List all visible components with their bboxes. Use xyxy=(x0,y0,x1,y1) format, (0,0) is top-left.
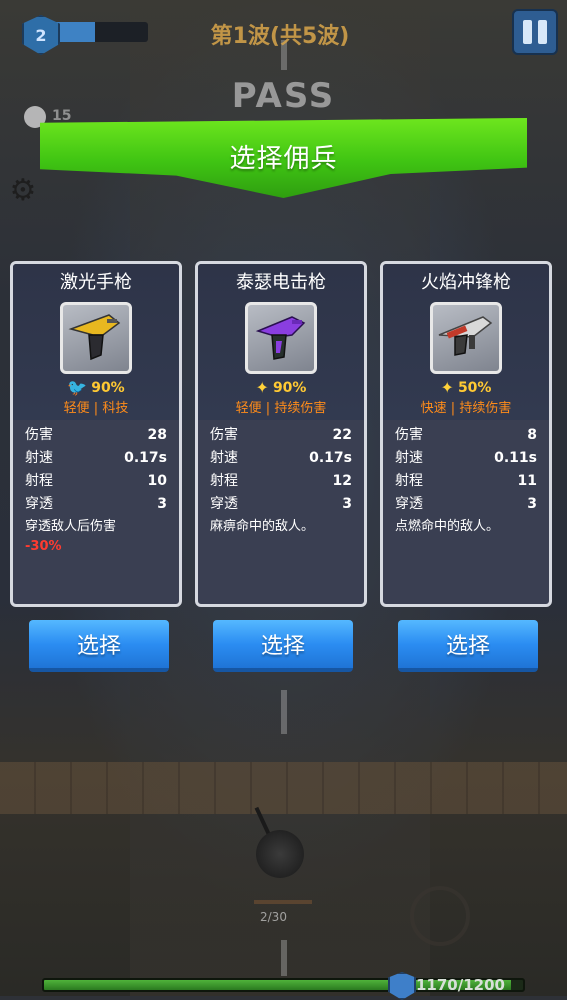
weapon-image xyxy=(245,302,317,374)
blue-bird-icon: 🐦 xyxy=(67,378,88,397)
hit-rate: 🐦 90% xyxy=(13,378,179,397)
pause-button[interactable] xyxy=(512,9,558,55)
xp-bar xyxy=(52,22,148,42)
weapon-card: 激光手枪 🐦 90% 轻便 | 科技 伤害 28 射速 0.17s 射程 10 xyxy=(10,261,182,607)
stat-row: 射程 12 xyxy=(210,470,352,493)
stat-row: 穿透 3 xyxy=(395,493,537,516)
stat-value: 3 xyxy=(157,496,167,512)
weapon-image xyxy=(430,302,502,374)
weapon-description: 穿透敌人后伤害 xyxy=(25,519,117,534)
spark-icon: ✦ xyxy=(255,378,269,397)
weapon-description: 点燃命中的敌人。 xyxy=(395,519,500,534)
stat-label: 穿透 xyxy=(210,496,238,512)
stat-value: 22 xyxy=(332,427,352,443)
stat-label: 射速 xyxy=(25,450,53,466)
stat-label: 伤害 xyxy=(395,427,423,443)
stat-value: 10 xyxy=(147,473,167,489)
ammo-bar xyxy=(254,900,312,904)
weapon-card: 火焰冲锋枪 ✦ 50% 快速 | 持续伤害 伤害 8 射速 0.11s 射程 1… xyxy=(380,261,552,607)
weapon-tags: 轻便 | 科技 xyxy=(63,401,129,416)
pause-icon xyxy=(523,20,532,44)
stat-value: 0.17s xyxy=(124,450,167,466)
stat-row: 伤害 28 xyxy=(25,424,167,447)
stat-row: 穿透 3 xyxy=(210,493,352,516)
hit-rate-value: 90% xyxy=(272,380,307,396)
stat-value: 3 xyxy=(527,496,537,512)
stat-value: 3 xyxy=(342,496,352,512)
weapon-tags: 快速 | 持续伤害 xyxy=(420,401,512,416)
hit-rate: ✦ 50% xyxy=(383,378,549,397)
title-banner: 选择佣兵 xyxy=(40,118,527,198)
weapon-description: 麻痹命中的敌人。 xyxy=(210,519,315,534)
select-weapon-button[interactable]: 选择 xyxy=(29,620,169,672)
stat-label: 穿透 xyxy=(395,496,423,512)
stat-label: 伤害 xyxy=(210,427,238,443)
stat-label: 射程 xyxy=(210,473,238,489)
stat-value: 28 xyxy=(147,427,167,443)
banner-title: 选择佣兵 xyxy=(229,144,338,174)
stat-label: 射程 xyxy=(25,473,53,489)
stat-row: 伤害 22 xyxy=(210,424,352,447)
weapon-card: 泰瑟电击枪 ✦ 90% 轻便 | 持续伤害 伤害 22 射速 0.17s 射程 … xyxy=(195,261,367,607)
select-weapon-button[interactable]: 选择 xyxy=(213,620,353,672)
lane-marking xyxy=(281,690,287,734)
stat-value: 0.17s xyxy=(309,450,352,466)
weapon-stats: 伤害 22 射速 0.17s 射程 12 穿透 3 麻痹命中的敌人。 xyxy=(198,420,364,537)
stat-value: 8 xyxy=(527,427,537,443)
stat-row: 射速 0.17s xyxy=(25,447,167,470)
ammo-count: 2/30 xyxy=(260,910,287,924)
spark-icon: ✦ xyxy=(440,378,454,397)
weapon-name: 火焰冲锋枪 xyxy=(421,272,511,293)
stat-value: 12 xyxy=(332,473,352,489)
stat-row: 射程 10 xyxy=(25,470,167,493)
stat-label: 射程 xyxy=(395,473,423,489)
weapon-stats: 伤害 28 射速 0.17s 射程 10 穿透 3 穿透敌人后伤害 -30% xyxy=(13,420,179,557)
hit-rate-value: 50% xyxy=(457,380,492,396)
stat-row: 射程 11 xyxy=(395,470,537,493)
hit-rate-value: 90% xyxy=(91,380,125,396)
gear-icon[interactable]: ⚙ xyxy=(8,176,38,206)
stat-row: 伤害 8 xyxy=(395,424,537,447)
weapon-description-modifier: -30% xyxy=(25,539,62,554)
select-weapon-button[interactable]: 选择 xyxy=(398,620,538,672)
stat-value: 0.11s xyxy=(494,450,537,466)
stat-label: 射速 xyxy=(210,450,238,466)
player-soldier xyxy=(256,830,304,878)
player-level: 2 xyxy=(35,25,47,45)
weapon-tags: 轻便 | 持续伤害 xyxy=(235,401,327,416)
pass-label: PASS xyxy=(231,76,336,116)
stat-value: 11 xyxy=(517,473,537,489)
stat-row: 射速 0.11s xyxy=(395,447,537,470)
wave-title: 第1波(共5波) xyxy=(210,24,350,49)
weapon-name: 泰瑟电击枪 xyxy=(236,272,326,293)
stat-label: 射速 xyxy=(395,450,423,466)
weapon-image xyxy=(60,302,132,374)
stat-label: 穿透 xyxy=(25,496,53,512)
lane-marking xyxy=(281,940,287,976)
stat-row: 射速 0.17s xyxy=(210,447,352,470)
stat-label: 伤害 xyxy=(25,427,53,443)
wagon-wheel xyxy=(410,886,470,946)
weapon-name: 激光手枪 xyxy=(60,272,132,293)
base-hp-text: 1170/1200 xyxy=(416,976,505,994)
sandbag-barricade xyxy=(0,762,567,814)
stat-row: 穿透 3 xyxy=(25,493,167,516)
weapon-stats: 伤害 8 射速 0.11s 射程 11 穿透 3 点燃命中的敌人。 xyxy=(383,420,549,537)
hit-rate: ✦ 90% xyxy=(198,378,364,397)
